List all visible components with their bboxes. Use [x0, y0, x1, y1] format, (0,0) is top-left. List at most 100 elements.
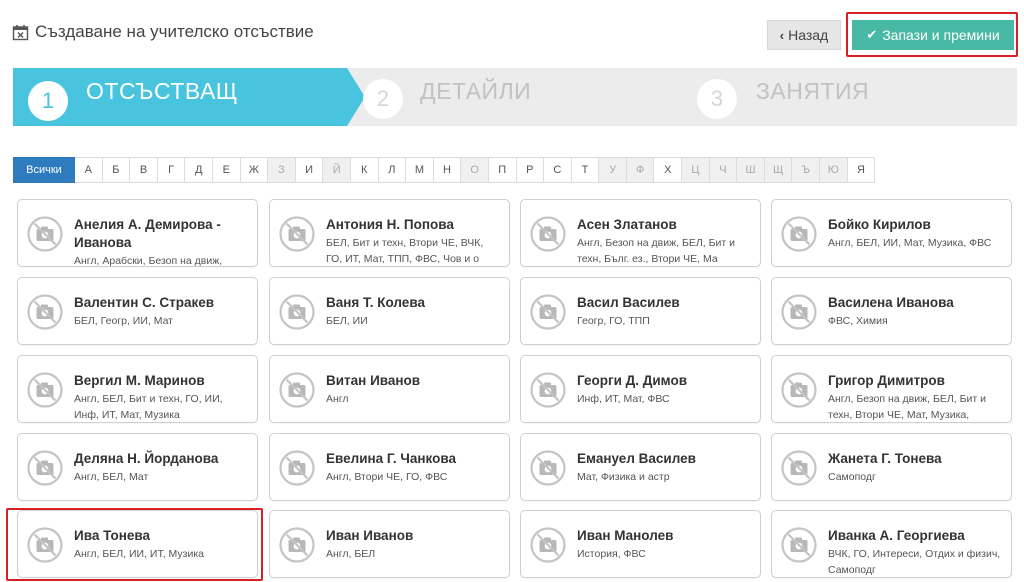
step-number: 2 [363, 79, 403, 119]
teacher-card[interactable]: Анелия А. Демирова - Иванова Англ, Арабск… [17, 199, 258, 267]
alphabet-letter[interactable]: Б [102, 157, 131, 183]
alphabet-letter[interactable]: Й [323, 157, 351, 183]
wizard-step-1: 1 ОТСЪСТВАЩ [13, 68, 347, 126]
teacher-name: Асен Златанов [577, 217, 677, 232]
wizard-steps: 1 ОТСЪСТВАЩ 2 ДЕТАЙЛИ 3 ЗАНЯТИЯ [13, 68, 1017, 126]
teacher-subjects: БЕЛ, Бит и техн, Втори ЧЕ, ВЧК, ГО, ИТ, … [326, 237, 484, 265]
alphabet-letter[interactable]: М [406, 157, 434, 183]
teacher-card[interactable]: Деляна Н. Йорданова Англ, БЕЛ, Мат [17, 433, 258, 501]
teacher-name: Ива Тонева [74, 528, 151, 543]
back-button[interactable]: ‹ Назад [767, 20, 841, 50]
no-photo-icon [26, 449, 64, 487]
step-number: 3 [697, 79, 737, 119]
teacher-card[interactable]: Асен Златанов Англ, Безоп на движ, БЕЛ, Б… [520, 199, 761, 267]
teacher-card[interactable]: Григор Димитров Англ, Безоп на движ, БЕЛ,… [771, 355, 1012, 423]
teacher-name: Иван Манолев [577, 528, 674, 543]
no-photo-icon [529, 293, 567, 331]
back-button-label: Назад [788, 27, 829, 43]
alphabet-letter[interactable]: Х [654, 157, 683, 183]
teacher-card[interactable]: Георги Д. Димов Инф, ИТ, Мат, ФВС [520, 355, 761, 423]
no-photo-icon [780, 215, 818, 253]
teacher-card[interactable]: Бойко Кирилов Англ, БЕЛ, ИИ, Мат, Музика,… [771, 199, 1012, 267]
alphabet-letter[interactable]: Т [571, 157, 600, 183]
alphabet-letter[interactable]: Е [212, 157, 241, 183]
chevron-left-icon: ‹ [779, 27, 785, 43]
teacher-name: Иван Иванов [326, 528, 414, 543]
teacher-card[interactable]: Витан Иванов Англ [269, 355, 510, 423]
teacher-name: Анелия А. Демирова - Иванова [74, 217, 221, 250]
teacher-card[interactable]: Иван Иванов Англ, БЕЛ [269, 510, 510, 578]
alphabet-letter[interactable]: Ъ [792, 157, 821, 183]
teacher-subjects: Англ, БЕЛ, Мат [74, 471, 149, 483]
alphabet-letter[interactable]: Ш [737, 157, 765, 183]
step-label: ДЕТАЙЛИ [420, 78, 532, 104]
teacher-card[interactable]: Иванка А. Георгиева ВЧК, ГО, Интереси, От… [771, 510, 1012, 578]
teacher-card[interactable]: Емануел Василев Мат, Физика и астр [520, 433, 761, 501]
alphabet-letter[interactable]: Ч [709, 157, 738, 183]
teacher-card[interactable]: Валентин С. Стракев БЕЛ, Геогр, ИИ, Мат [17, 277, 258, 345]
alphabet-letter[interactable]: Ф [626, 157, 655, 183]
calendar-remove-icon [12, 24, 29, 40]
alphabet-letter[interactable]: Л [378, 157, 407, 183]
alphabet-letter[interactable]: И [295, 157, 324, 183]
no-photo-icon [780, 526, 818, 564]
teacher-name: Георги Д. Димов [577, 373, 688, 388]
alphabet-letter[interactable]: Я [847, 157, 876, 183]
alphabet-letter[interactable]: С [544, 157, 572, 183]
teacher-name: Деляна Н. Йорданова [74, 451, 219, 466]
no-photo-icon [780, 449, 818, 487]
save-and-continue-button[interactable]: ✔ Запази и премини [852, 20, 1014, 50]
teacher-card[interactable]: Ива Тонева Англ, БЕЛ, ИИ, ИТ, Музика [17, 510, 258, 578]
alphabet-letter[interactable]: Р [516, 157, 545, 183]
alphabet-letter[interactable]: У [599, 157, 627, 183]
alphabet-letter[interactable]: Г [157, 157, 186, 183]
teacher-subjects: Англ, БЕЛ, Бит и техн, ГО, ИИ, Инф, ИТ, … [74, 393, 223, 421]
teacher-card[interactable]: Евелина Г. Чанкова Англ, Втори ЧЕ, ГО, ФВ… [269, 433, 510, 501]
teacher-card[interactable]: Антония Н. Попова БЕЛ, Бит и техн, Втори … [269, 199, 510, 267]
teacher-card[interactable]: Иван Манолев История, ФВС [520, 510, 761, 578]
teacher-subjects: Англ, Арабски, Безоп на движ, [74, 255, 223, 267]
alphabet-letter[interactable]: П [488, 157, 517, 183]
teacher-card[interactable]: Василена Иванова ФВС, Химия [771, 277, 1012, 345]
no-photo-icon [26, 526, 64, 564]
teacher-subjects: Англ, БЕЛ, ИИ, ИТ, Музика [74, 548, 204, 560]
alphabet-letter[interactable]: Н [433, 157, 462, 183]
save-button-label: Запази и премини [882, 27, 1000, 43]
teacher-subjects: История, ФВС [577, 548, 646, 560]
teacher-name: Ваня Т. Колева [326, 295, 425, 310]
teacher-subjects: ФВС, Химия [828, 315, 888, 327]
teacher-name: Евелина Г. Чанкова [326, 451, 456, 466]
teacher-card[interactable]: Ваня Т. Колева БЕЛ, ИИ [269, 277, 510, 345]
teacher-card[interactable]: Жанета Г. Тонева Самоподг [771, 433, 1012, 501]
teacher-name: Вергил М. Маринов [74, 373, 205, 388]
alphabet-letter[interactable]: О [461, 157, 489, 183]
teacher-subjects: Англ, БЕЛ, ИИ, Мат, Музика, ФВС [828, 237, 992, 249]
alphabet-letter[interactable]: Щ [764, 157, 793, 183]
no-photo-icon [529, 215, 567, 253]
alphabet-letter[interactable]: Ж [240, 157, 269, 183]
teacher-subjects: Самоподг [828, 471, 876, 483]
teacher-subjects: ВЧК, ГО, Интереси, Отдих и физич, Самопо… [828, 548, 1001, 576]
alphabet-letter[interactable]: К [350, 157, 379, 183]
alphabet-letter[interactable]: А [75, 157, 103, 183]
teacher-name: Василена Иванова [828, 295, 954, 310]
alphabet-letter[interactable]: З [268, 157, 296, 183]
teacher-subjects: БЕЛ, ИИ [326, 315, 368, 327]
alphabet-letter[interactable]: Д [185, 157, 213, 183]
no-photo-icon [278, 293, 316, 331]
teacher-card[interactable]: Васил Василев Геогр, ГО, ТПП [520, 277, 761, 345]
no-photo-icon [26, 215, 64, 253]
alphabet-letter[interactable]: Ю [820, 157, 848, 183]
no-photo-icon [278, 526, 316, 564]
teacher-name: Витан Иванов [326, 373, 421, 388]
teacher-name: Иванка А. Георгиева [828, 528, 965, 543]
alphabet-letter[interactable]: Ц [682, 157, 710, 183]
teacher-card[interactable]: Вергил М. Маринов Англ, БЕЛ, Бит и техн, … [17, 355, 258, 423]
teacher-name: Жанета Г. Тонева [828, 451, 942, 466]
no-photo-icon [278, 371, 316, 409]
teacher-subjects: Англ, Безоп на движ, БЕЛ, Бит и техн, Бъ… [577, 237, 735, 265]
alphabet-letter[interactable]: В [130, 157, 158, 183]
no-photo-icon [26, 293, 64, 331]
no-photo-icon [529, 371, 567, 409]
alphabet-filter-all[interactable]: Всички [13, 157, 75, 183]
